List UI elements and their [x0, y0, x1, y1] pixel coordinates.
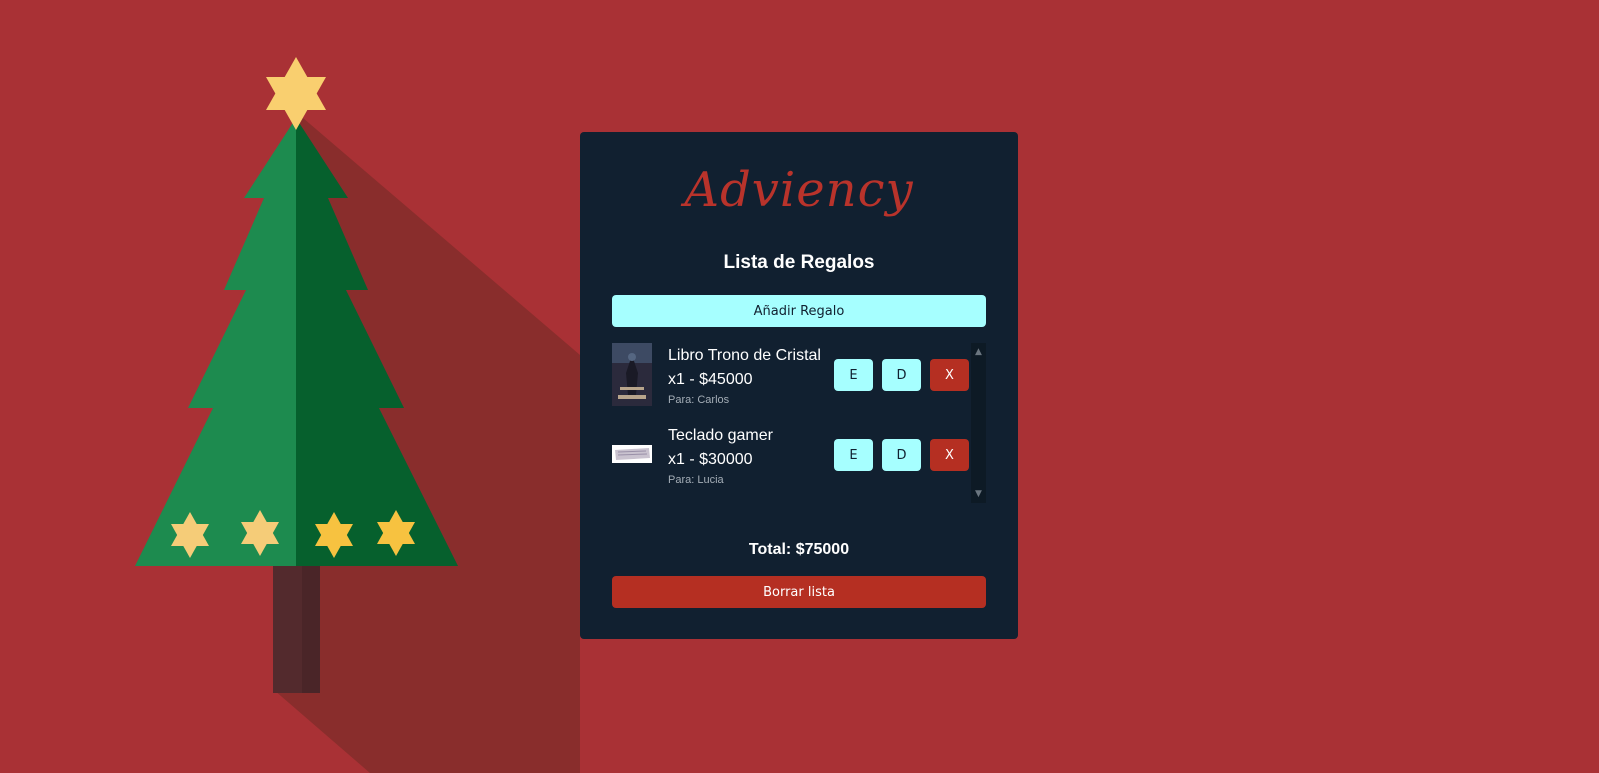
- list-scrollbar[interactable]: ▲ ▼: [971, 343, 986, 503]
- duplicate-gift-button[interactable]: D: [882, 439, 921, 471]
- clear-list-button[interactable]: Borrar lista: [612, 576, 986, 608]
- delete-gift-button[interactable]: X: [930, 439, 969, 471]
- duplicate-gift-button[interactable]: D: [882, 359, 921, 391]
- delete-gift-button[interactable]: X: [930, 359, 969, 391]
- list-item: Teclado gamer x1 - $30000 Para: Lucia E …: [612, 423, 972, 493]
- tree-left-half: [135, 118, 296, 566]
- keyboard-thumbnail: [612, 445, 652, 463]
- gift-quantity-price: x1 - $30000: [668, 451, 753, 468]
- gift-quantity-price: x1 - $45000: [668, 371, 753, 388]
- gift-list-card: Adviency Lista de Regalos Añadir Regalo …: [580, 132, 1018, 639]
- scroll-up-icon[interactable]: ▲: [971, 345, 986, 359]
- gift-name: Teclado gamer: [668, 427, 773, 444]
- gift-name: Libro Trono de Cristal: [668, 347, 821, 364]
- book-cover-thumbnail: [612, 343, 652, 406]
- edit-gift-button[interactable]: E: [834, 439, 873, 471]
- add-gift-button[interactable]: Añadir Regalo: [612, 295, 986, 327]
- gift-recipient: Para: Carlos: [668, 394, 730, 406]
- scroll-down-icon[interactable]: ▼: [971, 487, 986, 501]
- page-title: Lista de Regalos: [723, 252, 875, 273]
- top-star-icon: [266, 57, 326, 130]
- total-amount: Total: $75000: [748, 541, 850, 558]
- tree-trunk-shade: [302, 563, 320, 693]
- edit-gift-button[interactable]: E: [834, 359, 873, 391]
- brand-logo: Adviency: [684, 162, 914, 218]
- gift-recipient: Para: Lucia: [668, 474, 724, 486]
- gift-list[interactable]: Libro Trono de Cristal x1 - $45000 Para:…: [612, 343, 986, 503]
- list-item: Libro Trono de Cristal x1 - $45000 Para:…: [612, 343, 972, 413]
